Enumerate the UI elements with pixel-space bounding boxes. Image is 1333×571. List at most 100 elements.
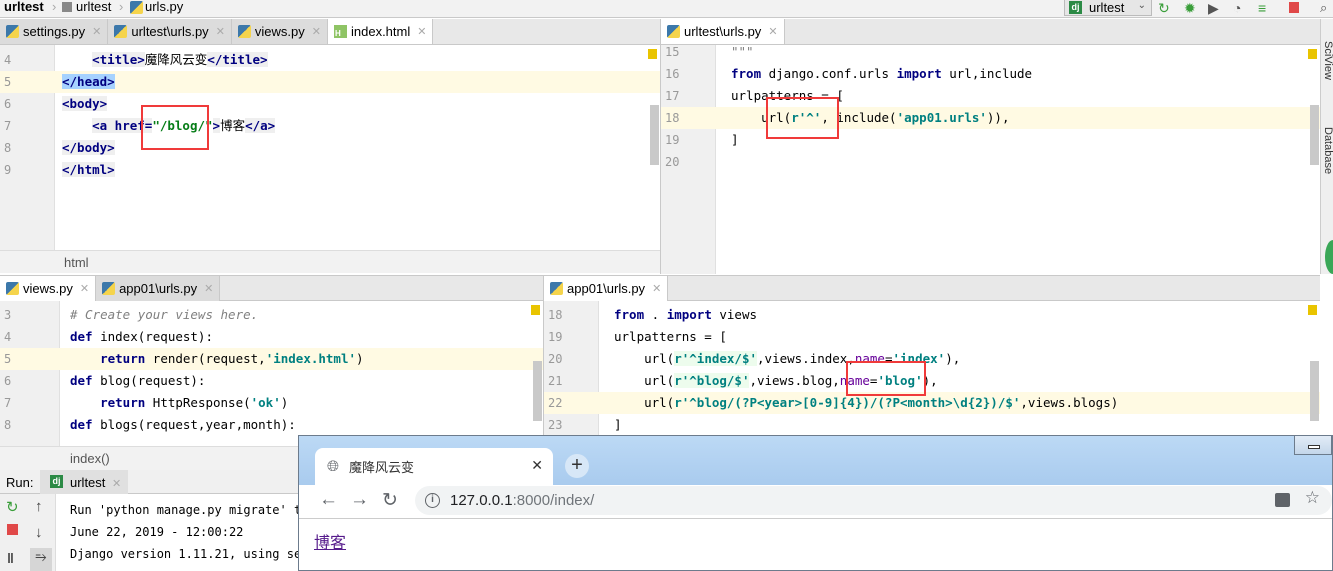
- code-line[interactable]: 15 """: [661, 45, 1320, 63]
- close-tab-icon[interactable]: ✕: [216, 25, 225, 38]
- editor-tab[interactable]: app01\urls.py ✕: [544, 276, 669, 301]
- rerun-icon[interactable]: ↻: [1158, 0, 1170, 17]
- code-line[interactable]: 5 return render(request,'index.html'): [0, 348, 543, 370]
- rerun-icon[interactable]: ↻: [6, 498, 19, 516]
- close-tab-icon[interactable]: ✕: [312, 25, 321, 38]
- line-number: 16: [665, 67, 680, 81]
- code-line[interactable]: 18 url(r'^', include('app01.urls')),: [661, 107, 1320, 129]
- editor-tab[interactable]: app01\urls.py ✕: [96, 276, 221, 301]
- browser-tab[interactable]: 🌐︎ 魔降风云变 ✕: [315, 448, 553, 485]
- tab-label: views.py: [23, 281, 73, 296]
- search-icon[interactable]: ⌕: [1320, 0, 1327, 16]
- code-line[interactable]: 8 </body>: [0, 137, 660, 159]
- scrollbar[interactable]: [533, 361, 542, 421]
- close-tab-icon[interactable]: ✕: [417, 25, 426, 38]
- soft-wrap-icon[interactable]: ⥱: [30, 548, 52, 571]
- analysis-marker[interactable]: [648, 49, 657, 59]
- back-icon[interactable]: ←: [319, 489, 338, 511]
- arrow-up-icon[interactable]: ↑: [35, 498, 43, 515]
- breadcrumb-file[interactable]: urls.py: [145, 0, 183, 14]
- code-line[interactable]: 7 <a href="/blog/">博客</a>: [0, 115, 660, 137]
- breadcrumb-function[interactable]: index(): [70, 451, 110, 466]
- line-number: 5: [4, 75, 12, 89]
- editor-breadcrumb[interactable]: html: [0, 250, 660, 273]
- code-text: ]: [614, 414, 622, 436]
- code-line[interactable]: 4 def index(request):: [0, 326, 543, 348]
- code-token: render(request,: [145, 351, 266, 366]
- code-line[interactable]: 8 def blogs(request,year,month):: [0, 414, 543, 436]
- close-icon[interactable]: ✕: [112, 478, 121, 490]
- coverage-icon[interactable]: ▶: [1208, 0, 1219, 17]
- analysis-marker[interactable]: [1308, 305, 1317, 315]
- code-line[interactable]: 6 def blog(request):: [0, 370, 543, 392]
- code-line[interactable]: 7 return HttpResponse('ok'): [0, 392, 543, 414]
- close-tab-icon[interactable]: ✕: [768, 25, 777, 38]
- code-line[interactable]: 16 from django.conf.urls import url,inclu…: [661, 63, 1320, 85]
- editor-tab[interactable]: views.py ✕: [0, 276, 97, 301]
- code-line[interactable]: 4 <title>魔降风云变</title>: [0, 49, 660, 71]
- translate-icon[interactable]: [1275, 493, 1290, 507]
- close-tab-icon[interactable]: ✕: [80, 282, 89, 295]
- editor-views[interactable]: 3 # Create your views here. 4 def index(req…: [0, 301, 543, 446]
- close-tab-icon[interactable]: ✕: [652, 282, 661, 295]
- editor-index-html[interactable]: 4 <title>魔降风云变</title> 5 </head> 6 <body> 7 <…: [0, 45, 660, 250]
- scrollbar[interactable]: [650, 105, 659, 165]
- code-line[interactable]: 19 urlpatterns = [: [544, 326, 1320, 348]
- close-tab-icon[interactable]: ✕: [204, 282, 213, 295]
- run-label: Run:: [6, 475, 34, 490]
- editor-tab[interactable]: urltest\urls.py ✕: [661, 19, 785, 44]
- code-line[interactable]: 5 </head>: [0, 71, 660, 93]
- breadcrumb-project[interactable]: urltest: [4, 0, 44, 14]
- code-line[interactable]: 9 </html>: [0, 159, 660, 181]
- run-config-label: urltest: [1089, 0, 1125, 15]
- new-tab-button[interactable]: +: [565, 454, 589, 478]
- globe-icon: 🌐︎: [327, 458, 340, 475]
- blog-link[interactable]: 博客: [314, 529, 346, 553]
- scrollbar[interactable]: [1310, 361, 1319, 421]
- tool-sciview[interactable]: SciView: [1322, 41, 1333, 80]
- analysis-marker[interactable]: [531, 305, 540, 315]
- close-tab-icon[interactable]: ✕: [92, 25, 101, 38]
- code-text: def index(request):: [70, 326, 213, 348]
- code-line[interactable]: 22 url(r'^blog/(?P<year>[0-9]{4})/(?P<mo…: [544, 392, 1320, 414]
- debug-icon[interactable]: ✹: [1184, 0, 1196, 17]
- profile-icon[interactable]: ◔: [1233, 0, 1241, 16]
- code-line[interactable]: 6 <body>: [0, 93, 660, 115]
- scrollbar[interactable]: [1310, 105, 1319, 165]
- forward-icon[interactable]: →: [350, 489, 369, 511]
- code-line[interactable]: 23]: [544, 414, 1320, 436]
- concurrency-icon[interactable]: ≡: [1258, 0, 1266, 16]
- editor-tab[interactable]: settings.py ✕: [0, 19, 109, 44]
- code-line[interactable]: 19]: [661, 129, 1320, 151]
- code-line[interactable]: 17 urlpatterns = [: [661, 85, 1320, 107]
- pause-icon[interactable]: ‖: [7, 550, 14, 566]
- django-icon: dj: [1069, 1, 1082, 14]
- breadcrumb-html[interactable]: html: [64, 255, 89, 270]
- reload-icon[interactable]: ↻: [382, 489, 398, 512]
- stop-icon[interactable]: [7, 524, 18, 535]
- info-icon[interactable]: i: [425, 493, 440, 508]
- editor-app01-urls[interactable]: 18 from . import views 19 urlpatterns = [20…: [543, 301, 1320, 446]
- stop-icon[interactable]: [1289, 2, 1299, 13]
- run-config-select[interactable]: dj urltest ⌄: [1064, 0, 1152, 16]
- editor-urltest-urls[interactable]: 15 """ 16 from django.conf.urls import url,…: [660, 45, 1320, 274]
- code-text: return render(request,'index.html'): [70, 348, 363, 370]
- run-tab-urltest[interactable]: dj urltest ✕: [40, 470, 128, 494]
- minimize-button[interactable]: [1294, 436, 1332, 455]
- arrow-down-icon[interactable]: ↓: [35, 524, 43, 541]
- python-file-icon: [102, 282, 116, 295]
- code-line[interactable]: 20 url(r'^index/$',views.index,name='ind…: [544, 348, 1320, 370]
- bookmark-star-icon[interactable]: ☆: [1305, 488, 1320, 508]
- editor-tab[interactable]: urltest\urls.py ✕: [108, 19, 232, 44]
- code-line[interactable]: 18 from . import views: [544, 304, 1320, 326]
- code-line[interactable]: 21 url(r'^blog/$',views.blog,name='blog'…: [544, 370, 1320, 392]
- address-bar[interactable]: i 127.0.0.1:8000/index/ ☆: [415, 486, 1332, 515]
- close-tab-icon[interactable]: ✕: [531, 457, 543, 474]
- analysis-marker[interactable]: [1308, 49, 1317, 59]
- editor-tab[interactable]: Hindex.html ✕: [327, 19, 434, 44]
- breadcrumb-folder[interactable]: urltest: [76, 0, 111, 14]
- editor-tab[interactable]: views.py ✕: [231, 19, 328, 44]
- code-line[interactable]: 20: [661, 151, 1320, 173]
- code-line[interactable]: 3 # Create your views here.: [0, 304, 543, 326]
- tool-database[interactable]: Database: [1322, 127, 1333, 174]
